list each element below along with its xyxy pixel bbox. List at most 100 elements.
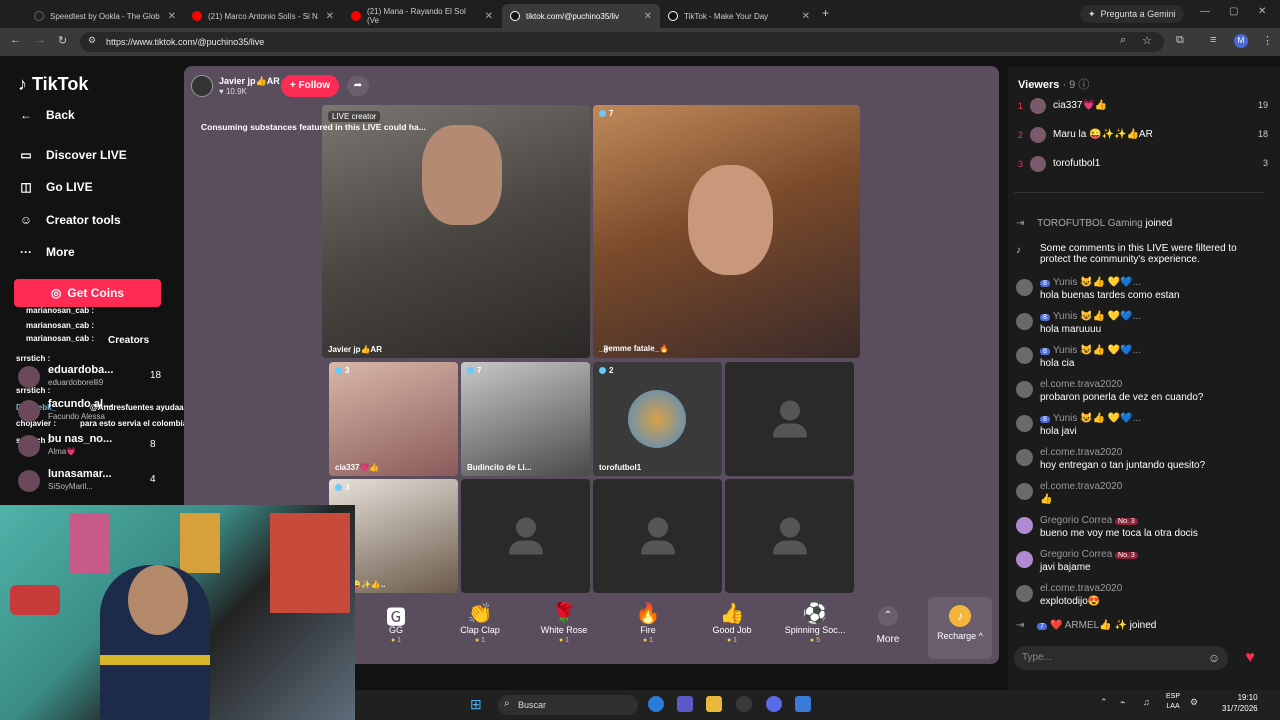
network-icon[interactable]: ⌁ [1120,697,1125,708]
close-icon[interactable]: ✕ [644,11,652,22]
sidebar-item-more[interactable]: ··· More [18,245,75,259]
video-main-guest[interactable]: 7 _𝕱emme fatale_🔥 [593,105,860,358]
viewer-row[interactable]: 1 cia337💗👍 19 [1018,97,1268,117]
tray-chevron-icon[interactable]: ⌃ [1100,697,1108,708]
thumbs-up-icon: 👍 [719,603,745,625]
reload-icon[interactable]: ↻ [58,34,67,47]
back-button[interactable]: ← Back [18,108,75,122]
guest-cell-empty[interactable] [593,479,722,593]
tiktok-logo[interactable]: ♪ TikTok [18,74,88,95]
new-tab-button[interactable]: + [822,6,829,20]
close-icon[interactable]: ✕ [802,11,810,22]
gift-white-rose[interactable]: 🌹 White Rose ● 1 [529,601,599,644]
tab-label: Speedtest by Ookla - The Glob [50,11,160,21]
viewer-rank: 1 [1018,101,1024,111]
ranking-row[interactable]: eduardoba... eduardoborelli9 18 [18,364,168,394]
follow-button[interactable]: + Follow [281,75,339,97]
coin-icon: ♪ [949,605,971,627]
sidebar-item-discover-live[interactable]: ▭ Discover LIVE [18,148,126,162]
share-icon[interactable]: ➦ [347,76,369,96]
guest-cell-empty[interactable] [725,362,854,476]
reading-list-icon[interactable]: ≡ [1210,34,1216,46]
tab-mana[interactable]: (21) Mana - Rayando El Sol (Ve ✕ [343,4,501,28]
comment-input[interactable]: Type... [1014,646,1228,670]
language-indicator[interactable]: ESP LAA [1166,692,1180,712]
close-window-icon[interactable]: ✕ [1258,6,1266,17]
tab-marco-antonio[interactable]: (21) Marco Antonio Solís - Si N ✕ [184,4,342,28]
close-icon[interactable]: ✕ [168,11,176,22]
gift-clap-clap[interactable]: 👏 Clap Clap ● 1 [445,601,515,644]
menu-dots-icon[interactable]: ⋮ [1262,34,1273,47]
overlay-chat-line: marianosan_cab : [26,306,95,315]
close-icon[interactable]: ✕ [485,11,493,22]
like-heart-icon[interactable]: ♥ [1240,648,1260,668]
gift-good-job[interactable]: 👍 Good Job ● 1 [697,601,767,644]
gift-spinning-soccer[interactable]: ⚽ Spinning Soc... ● 5 [779,601,851,644]
video-main-host[interactable]: LIVE creator Javier jp👍AR [322,105,590,358]
chrome-icon[interactable] [648,696,664,712]
teams-icon[interactable] [677,696,693,712]
ranking-name: bu nas_no... [48,433,113,445]
back-arrow-icon: ← [20,108,32,122]
ranking-row[interactable]: facundo al... Facundo Alessa [18,398,168,428]
site-info-icon[interactable]: ⚙ [88,35,96,46]
profile-avatar[interactable]: M [1234,34,1248,48]
guest-cell-2[interactable]: 7 Budincito de Li... [461,362,590,476]
gift-fire[interactable]: 🔥 Fire ● 1 [613,601,683,644]
viewers-header[interactable]: Viewers · 9 ⓘ [1018,76,1089,92]
guest-cell-3[interactable]: 2 torofutbol1 [593,362,722,476]
lion-avatar [628,390,686,448]
gift-name: Fire [640,625,656,635]
gift-bar: 🅶 GG ● 1 👏 Clap Clap ● 1 🌹 White Rose ● 1 🔥 Fir… [355,593,930,659]
recharge-button[interactable]: ♪ Recharge ^ [928,597,992,659]
person-icon: ☺ [19,213,33,227]
volume-icon[interactable]: ♫ [1143,697,1150,707]
taskbar-clock[interactable]: 19:10 31/7/2026 [1222,692,1258,714]
get-coins-button[interactable]: ◎ Get Coins [14,279,161,307]
bookmark-star-icon[interactable]: ☆ [1142,34,1152,47]
close-icon[interactable]: ✕ [326,11,334,22]
tab-tiktok-live[interactable]: tiktok.com/@puchino35/liv ✕ [502,4,660,28]
viewer-name: Maru la 😜✨✨👍AR [1053,129,1153,140]
guest-cell-1[interactable]: 3 cia337💗👍 [329,362,458,476]
gifts-more-button[interactable]: ⌃ More [876,606,900,645]
sidebar-item-go-live[interactable]: ◫ Go LIVE [18,180,92,194]
viewer-row[interactable]: 2 Maru la 😜✨✨👍AR 18 [1018,126,1268,146]
minimize-icon[interactable]: — [1200,6,1210,17]
system-text: Some comments in this LIVE were filtered… [1040,243,1237,254]
host-info[interactable]: Javier jp👍AR ♥ 10.9K [191,74,280,98]
host-avatar[interactable] [191,75,213,97]
sidebar-item-creator-tools[interactable]: ☺ Creator tools [18,213,121,227]
discord-icon[interactable] [766,696,782,712]
back-arrow-icon[interactable]: ← [10,34,21,46]
zoom-icon[interactable]: ⌕ [1120,34,1126,47]
file-explorer-icon[interactable] [706,696,722,712]
guest-cell-empty[interactable] [461,479,590,593]
taskbar-search[interactable]: Buscar [498,695,638,715]
settings-icon[interactable]: ⚙ [1190,697,1198,708]
ranking-row[interactable]: lunasamar... SiSoyMaril... 4 [18,468,168,498]
ranking-row[interactable]: bu nas_no... Alma💗 8 [18,433,168,463]
windows-start-icon[interactable]: ⊞ [470,696,486,712]
gift-gg[interactable]: 🅶 GG ● 1 [361,601,431,644]
rank-badge: No. 3 [1115,518,1138,525]
extensions-icon[interactable]: ⧉ [1176,34,1184,47]
ranking-name: lunasamar... [48,468,112,480]
tab-tiktok-home[interactable]: TikTok - Make Your Day ✕ [660,4,818,28]
gift-price-value: 1 [565,637,570,644]
emoji-icon[interactable]: ☺ [1208,651,1220,665]
app-icon[interactable] [736,696,752,712]
mail-icon[interactable] [795,696,811,712]
maximize-icon[interactable]: ▢ [1229,6,1238,17]
tab-label: TikTok - Make Your Day [684,11,769,21]
forward-arrow-icon[interactable]: → [35,34,46,46]
url-field[interactable]: https://www.tiktok.com/@puchino35/live [80,32,1164,52]
viewer-row[interactable]: 3 torofutbol1 3 [1018,155,1268,175]
gift-name: White Rose [540,625,588,635]
info-icon[interactable]: ⓘ [1078,79,1089,91]
guest-cell-empty[interactable] [725,479,854,593]
tab-speedtest[interactable]: Speedtest by Ookla - The Glob ✕ [26,4,184,28]
gemini-button[interactable]: ✦ Pregunta a Gemini [1080,5,1184,23]
viewers-title: Viewers [1018,79,1060,91]
sidebar-item-label: Creator tools [46,213,121,227]
